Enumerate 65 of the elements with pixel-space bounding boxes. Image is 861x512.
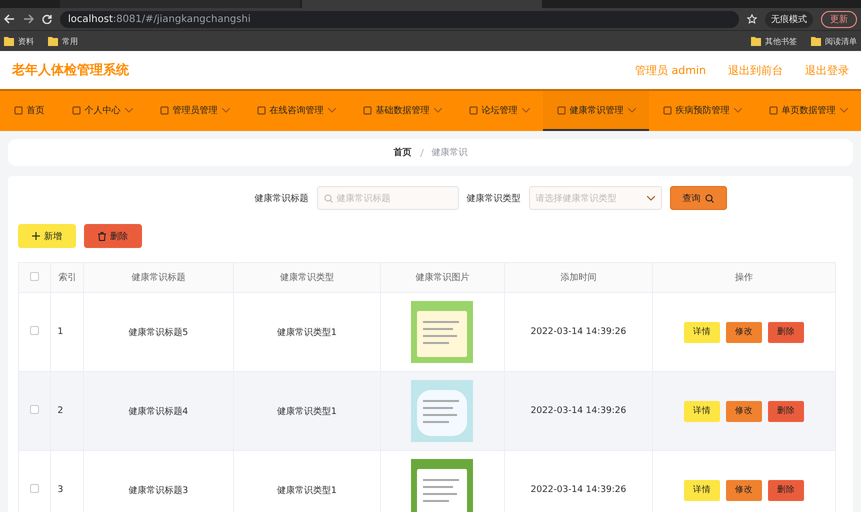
row-checkbox[interactable] <box>30 405 40 414</box>
select-all-checkbox[interactable] <box>30 272 40 280</box>
address-bar[interactable]: localhost:8081/#/jiangkangchangshi <box>60 10 739 28</box>
table-cell: 2 <box>50 372 84 450</box>
row-action-button[interactable]: 删除 <box>768 322 804 342</box>
column-header: 健康常识图片 <box>380 262 504 292</box>
folder-icon <box>811 36 821 46</box>
column-header: 健康常识类型 <box>233 262 381 292</box>
bookmark-link[interactable]: 其他书签 <box>765 36 797 46</box>
bookmark-link[interactable]: 常用 <box>62 36 78 46</box>
row-checkbox[interactable] <box>30 484 40 493</box>
add-button[interactable]: 新增 <box>18 224 76 248</box>
search-icon <box>704 194 714 202</box>
poster-image <box>411 380 474 442</box>
breadcrumb-separator <box>420 148 424 156</box>
breadcrumb-current: 健康常识 <box>432 146 468 159</box>
row-action-button[interactable]: 删除 <box>768 400 804 422</box>
caret-icon <box>646 196 654 200</box>
nav-menu-item[interactable]: 健康常识管理 <box>543 91 649 131</box>
reload-icon[interactable] <box>42 14 52 24</box>
table-cell: 2022-03-14 14:39:26 <box>504 372 653 450</box>
update-button[interactable]: 更新 <box>821 10 857 28</box>
plus-icon <box>32 232 40 240</box>
search-button[interactable]: 查询 <box>670 186 726 210</box>
star-icon[interactable] <box>747 14 757 24</box>
column-header: 索引 <box>50 262 84 292</box>
field-label: 健康常识标题 <box>254 192 308 204</box>
delete-button[interactable]: 删除 <box>84 224 142 248</box>
poster-image <box>411 301 474 363</box>
row-action-button[interactable]: 详情 <box>684 322 720 342</box>
nav-menu-item[interactable]: 首页 <box>0 91 58 131</box>
incognito-badge: 无痕模式 <box>765 10 813 28</box>
row-action-button[interactable]: 修改 <box>726 400 762 422</box>
browser-tab[interactable] <box>302 0 542 8</box>
search-icon <box>324 194 332 202</box>
column-header: 健康常识标题 <box>84 262 234 292</box>
folder-icon <box>4 36 14 46</box>
column-header: 添加时间 <box>504 262 653 292</box>
field-label: 健康常识类型 <box>466 192 520 204</box>
nav-menu-item[interactable]: 基础数据管理 <box>349 91 455 131</box>
row-action-button[interactable]: 修改 <box>726 480 762 500</box>
forward-icon[interactable] <box>23 14 34 24</box>
folder-icon <box>751 36 761 46</box>
nav-menu-item[interactable]: 在线咨询管理 <box>243 91 349 131</box>
row-action-button[interactable]: 删除 <box>768 480 804 500</box>
table-cell: 健康常识标题4 <box>84 372 234 450</box>
row-action-button[interactable]: 详情 <box>684 480 720 500</box>
table-cell: 健康常识类型1 <box>233 372 381 450</box>
bookmark-link[interactable]: 阅读清单 <box>825 36 857 46</box>
back-icon[interactable] <box>4 14 15 24</box>
nav-menu-item[interactable]: 管理员管理 <box>146 91 243 131</box>
breadcrumb-link[interactable]: 首页 <box>394 146 412 159</box>
bookmark-link[interactable]: 资料 <box>18 36 34 46</box>
column-header: 操作 <box>652 262 836 292</box>
nav-menu-item[interactable]: 疾病预防管理 <box>649 91 755 131</box>
browser-tab[interactable] <box>60 0 300 8</box>
row-checkbox[interactable] <box>30 326 40 335</box>
folder-icon <box>48 36 58 46</box>
trash-icon <box>98 232 106 240</box>
nav-menu-item[interactable]: 个人中心 <box>58 91 146 131</box>
row-action-button[interactable]: 修改 <box>726 322 762 342</box>
nav-menu-item[interactable]: 论坛管理 <box>455 91 543 131</box>
nav-menu-item[interactable]: 单页数据管理 <box>755 91 861 131</box>
app-title: 老年人体检管理系统 <box>12 62 130 79</box>
row-action-button[interactable]: 详情 <box>684 400 720 422</box>
